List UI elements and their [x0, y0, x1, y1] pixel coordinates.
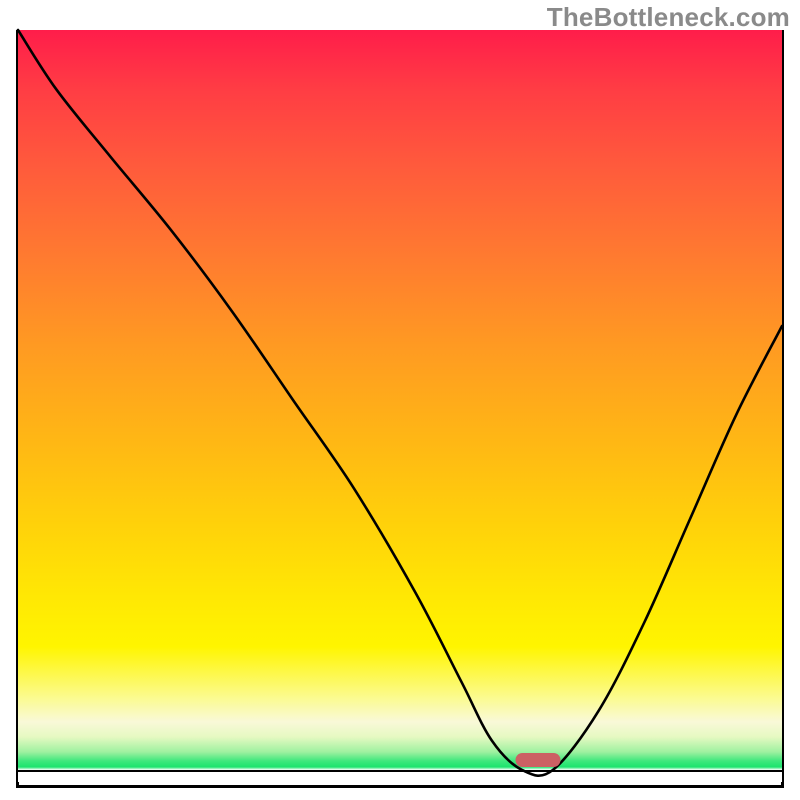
bottleneck-curve-path — [18, 30, 782, 776]
watermark-text: TheBottleneck.com — [547, 2, 790, 33]
chart-container: TheBottleneck.com — [0, 0, 800, 800]
plot-inner — [18, 30, 782, 782]
baseline — [18, 770, 782, 772]
x-axis — [16, 785, 784, 788]
curve-svg — [18, 30, 782, 782]
plot-area — [18, 30, 782, 782]
optimal-marker — [515, 753, 560, 767]
